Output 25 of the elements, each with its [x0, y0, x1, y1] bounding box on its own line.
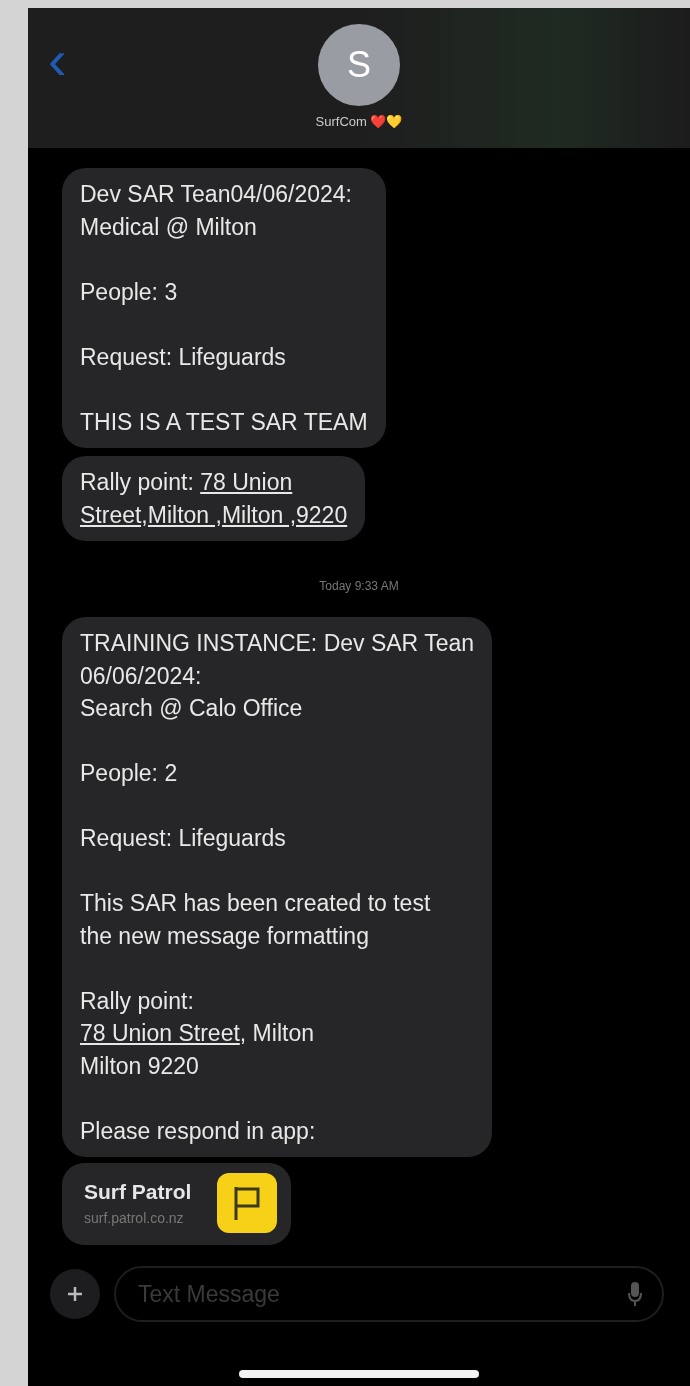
- message-text: This SAR has been created to test the new message formatting: [80, 889, 432, 951]
- message-text: Please respond in app:: [80, 1116, 317, 1146]
- link-title: Surf Patrol: [84, 1180, 192, 1204]
- microphone-icon[interactable]: [628, 1282, 642, 1306]
- message-text: Request: Lifeguards: [80, 824, 287, 853]
- message-text: People: 2: [80, 759, 179, 788]
- message-text: Rally point: 78 Union Street,Milton ,Milton ,9220: [80, 468, 348, 530]
- add-button[interactable]: [50, 1269, 100, 1319]
- address-link[interactable]: 78 Union: [200, 469, 293, 495]
- message-text: TRAINING INSTANCE: Dev SAR Tean 06/06/2024: Search @ Calo Office: [80, 629, 475, 723]
- link-preview[interactable]: Surf Patrol surf.patrol.co.nz: [62, 1163, 292, 1245]
- message-field[interactable]: Text Message: [114, 1266, 664, 1322]
- link-url: surf.patrol.co.nz: [84, 1210, 185, 1226]
- flag-icon: [217, 1173, 278, 1233]
- timestamp: Today 9:33 AM: [319, 579, 399, 593]
- address-link[interactable]: Street,Milton ,Milton ,9220: [80, 501, 348, 528]
- contact-name[interactable]: SurfCom ❤💛: [315, 114, 403, 129]
- message-text: Dev SAR Tean04/06/2024: Medical @ Milton: [80, 180, 353, 242]
- message-text: Request: Lifeguards: [80, 342, 287, 372]
- message-text: THIS IS A TEST SAR TEAM: [80, 407, 368, 437]
- message-text: People: 3: [80, 277, 179, 307]
- message-text: Rally point: 78 Union Street, Milton Milton 9220: [80, 986, 315, 1081]
- plus-icon: [65, 1284, 85, 1304]
- message-input[interactable]: Text Message: [136, 1279, 628, 1309]
- address-link[interactable]: 78 Union Street: [80, 1020, 240, 1046]
